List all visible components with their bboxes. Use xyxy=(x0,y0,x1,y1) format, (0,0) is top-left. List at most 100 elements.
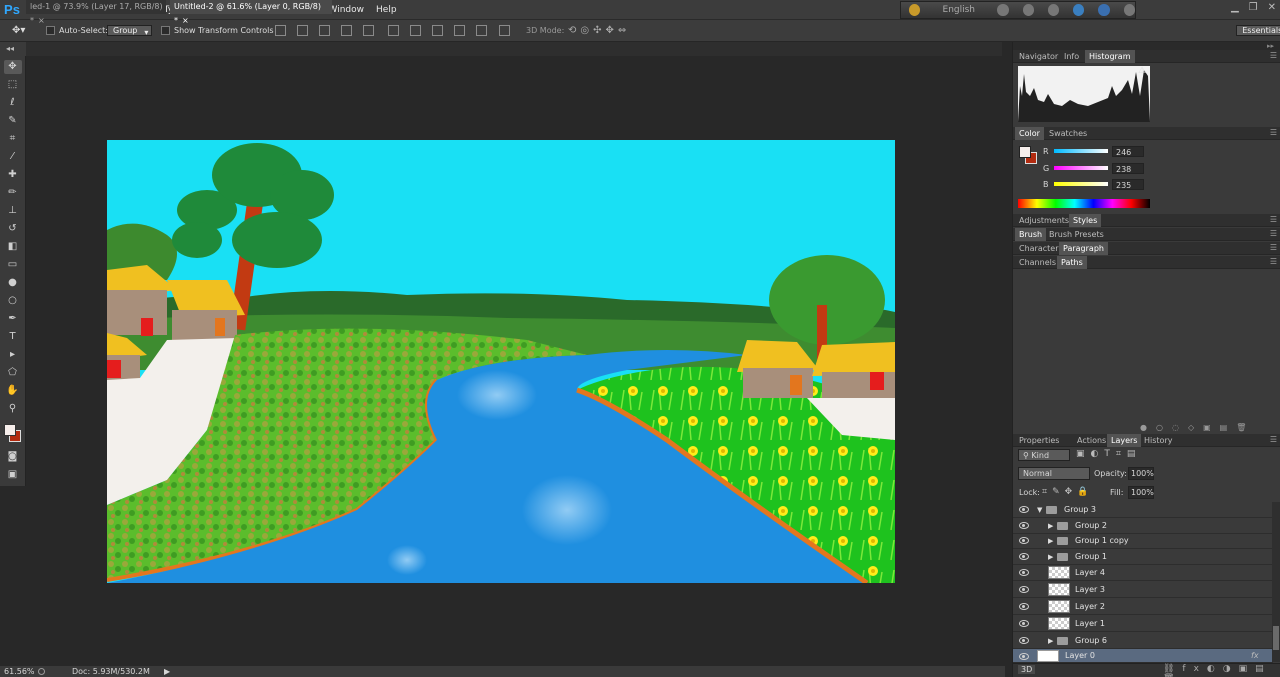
tab-navigator[interactable]: Navigator xyxy=(1015,50,1062,63)
tab-actions[interactable]: Actions xyxy=(1073,434,1110,447)
align-vcenter-icon[interactable] xyxy=(297,25,308,36)
app-launcher-icon[interactable] xyxy=(909,4,921,16)
tab-histogram[interactable]: Histogram xyxy=(1085,50,1135,63)
tab-color[interactable]: Color xyxy=(1015,127,1044,140)
expand-icon[interactable]: ▼ xyxy=(1037,502,1042,518)
tab-history[interactable]: History xyxy=(1140,434,1176,447)
healing-tool-icon[interactable]: ✚ xyxy=(4,168,22,182)
close-icon[interactable]: ✕ xyxy=(1268,2,1276,13)
marquee-tool-icon[interactable]: ⬚ xyxy=(4,78,22,92)
b-input[interactable]: 235 xyxy=(1112,179,1144,190)
layer-2[interactable]: Layer 2 xyxy=(1013,599,1273,615)
tab-swatches[interactable]: Swatches xyxy=(1045,127,1091,140)
expand-icon[interactable]: ▶ xyxy=(1048,633,1053,649)
layer-3[interactable]: Layer 3 xyxy=(1013,582,1273,598)
eye-icon[interactable] xyxy=(1019,653,1029,660)
stamp-tool-icon[interactable]: ⊥ xyxy=(4,204,22,218)
layers-footer-icons[interactable]: ⛓fx◐◑▣▤🗑 xyxy=(1163,664,1280,677)
tab-brush-presets[interactable]: Brush Presets xyxy=(1045,228,1108,241)
align-top-icon[interactable] xyxy=(275,25,286,36)
language-indicator[interactable]: English xyxy=(934,5,983,15)
tab-brush[interactable]: Brush xyxy=(1015,228,1047,241)
b-slider[interactable] xyxy=(1054,182,1108,186)
panel-menu-icon[interactable]: ☰ xyxy=(1270,229,1277,238)
paths-footer-icons[interactable]: ●○◌◇▣▤🗑 xyxy=(1140,423,1255,432)
path-select-tool-icon[interactable]: ▸ xyxy=(4,348,22,362)
eye-icon[interactable] xyxy=(1019,620,1029,627)
eye-icon[interactable] xyxy=(1019,522,1029,529)
eye-icon[interactable] xyxy=(1019,537,1029,544)
help-icon[interactable] xyxy=(1098,4,1110,16)
panel-menu-icon[interactable]: ☰ xyxy=(1270,435,1277,444)
move-tool-icon[interactable]: ✥▾ xyxy=(12,24,25,38)
r-input[interactable]: 246 xyxy=(1112,146,1144,157)
screen-mode-icon[interactable]: ▣ xyxy=(4,468,22,482)
g-slider[interactable] xyxy=(1054,166,1108,170)
zoom-level[interactable]: 61.56% xyxy=(4,666,35,677)
tab-paragraph[interactable]: Paragraph xyxy=(1059,242,1108,255)
distribute-right-icon[interactable] xyxy=(476,25,487,36)
r-slider[interactable] xyxy=(1054,149,1108,153)
eye-icon[interactable] xyxy=(1019,569,1029,576)
3d-tab[interactable]: 3D xyxy=(1018,665,1036,674)
crop-tool-icon[interactable]: ⌗ xyxy=(4,132,22,146)
warning-icon[interactable]: ⚠ xyxy=(1138,66,1146,76)
tab-untitled-1[interactable]: led-1 @ 73.9% (Layer 17, RGB/8) * × xyxy=(26,0,166,25)
tab-paths[interactable]: Paths xyxy=(1057,256,1087,269)
hand-tool-icon[interactable]: ✋ xyxy=(4,384,22,398)
panel-menu-icon[interactable]: ☰ xyxy=(1270,257,1277,266)
fx-icon[interactable]: fx xyxy=(1251,649,1259,663)
panel-menu-icon[interactable]: ☰ xyxy=(1270,128,1277,137)
tab-layers[interactable]: Layers xyxy=(1107,434,1142,447)
status-menu-icon[interactable]: ▶ xyxy=(164,666,170,677)
lock-icons[interactable]: ⌗✎✥🔒 xyxy=(1042,487,1093,497)
type-tool-icon[interactable]: T xyxy=(4,330,22,344)
expand-icon[interactable]: ▶ xyxy=(1048,533,1053,549)
zoom-tool-icon[interactable]: ⚲ xyxy=(4,402,22,416)
layer-group-2[interactable]: ▶ Group 2 xyxy=(1013,518,1273,534)
panel-collapse-icon[interactable]: ▸▸ xyxy=(1013,42,1280,50)
eye-icon[interactable] xyxy=(1019,506,1029,513)
status-icon[interactable] xyxy=(38,668,45,675)
tab-channels[interactable]: Channels xyxy=(1015,256,1060,269)
eye-icon[interactable] xyxy=(1019,603,1029,610)
layer-group-6[interactable]: ▶ Group 6 xyxy=(1013,633,1273,649)
layer-group-1-copy[interactable]: ▶ Group 1 copy xyxy=(1013,533,1273,549)
3d-mode-icons[interactable]: ⟲◎✣✥⇔ xyxy=(568,24,630,38)
blur-tool-icon[interactable]: ● xyxy=(4,276,22,290)
layer-filter-dropdown[interactable]: ⚲ Kind xyxy=(1018,449,1070,461)
ie-icon[interactable] xyxy=(1073,4,1085,16)
tab-info[interactable]: Info xyxy=(1060,50,1083,63)
distribute-top-icon[interactable] xyxy=(388,25,399,36)
quick-mask-icon[interactable]: ◙ xyxy=(4,450,22,464)
eye-icon[interactable] xyxy=(1019,586,1029,593)
quick-select-tool-icon[interactable]: ✎ xyxy=(4,114,22,128)
dodge-tool-icon[interactable]: ○ xyxy=(4,294,22,308)
layer-group-3[interactable]: ▼ Group 3 xyxy=(1013,502,1273,518)
layer-filter-icons[interactable]: ▣◐T⌗▤ xyxy=(1076,449,1141,459)
tab-styles[interactable]: Styles xyxy=(1069,214,1102,227)
brush-tool-icon[interactable]: ✏ xyxy=(4,186,22,200)
tools-collapse-icon[interactable]: ◂◂ xyxy=(0,42,26,56)
info-icon[interactable] xyxy=(1123,4,1136,16)
color-spectrum-bar[interactable] xyxy=(1018,199,1150,208)
color-swatches[interactable] xyxy=(0,420,25,446)
menu-help[interactable]: Help xyxy=(370,0,403,20)
minimize-icon[interactable]: ▁ xyxy=(1231,2,1239,13)
fill-input[interactable]: 100% xyxy=(1128,486,1154,499)
auto-align-icon[interactable] xyxy=(499,25,510,36)
blend-mode-dropdown[interactable]: Normal xyxy=(1018,467,1090,480)
gradient-tool-icon[interactable]: ▭ xyxy=(4,258,22,272)
layer-4[interactable]: Layer 4 xyxy=(1013,565,1273,581)
shape-tool-icon[interactable]: ⬠ xyxy=(4,366,22,380)
expand-icon[interactable]: ▶ xyxy=(1048,549,1053,565)
keyboard-icon[interactable] xyxy=(997,4,1009,16)
workspace-dropdown[interactable]: Essentials xyxy=(1236,25,1280,36)
close-icon[interactable]: × xyxy=(182,16,189,25)
pen-tool-icon[interactable]: ✒ xyxy=(4,312,22,326)
pen-icon[interactable] xyxy=(1022,4,1034,16)
foreground-color-swatch[interactable] xyxy=(4,424,16,436)
eyedropper-tool-icon[interactable]: ⁄ xyxy=(4,150,22,164)
layer-1[interactable]: Layer 1 xyxy=(1013,616,1273,632)
eraser-tool-icon[interactable]: ◧ xyxy=(4,240,22,254)
